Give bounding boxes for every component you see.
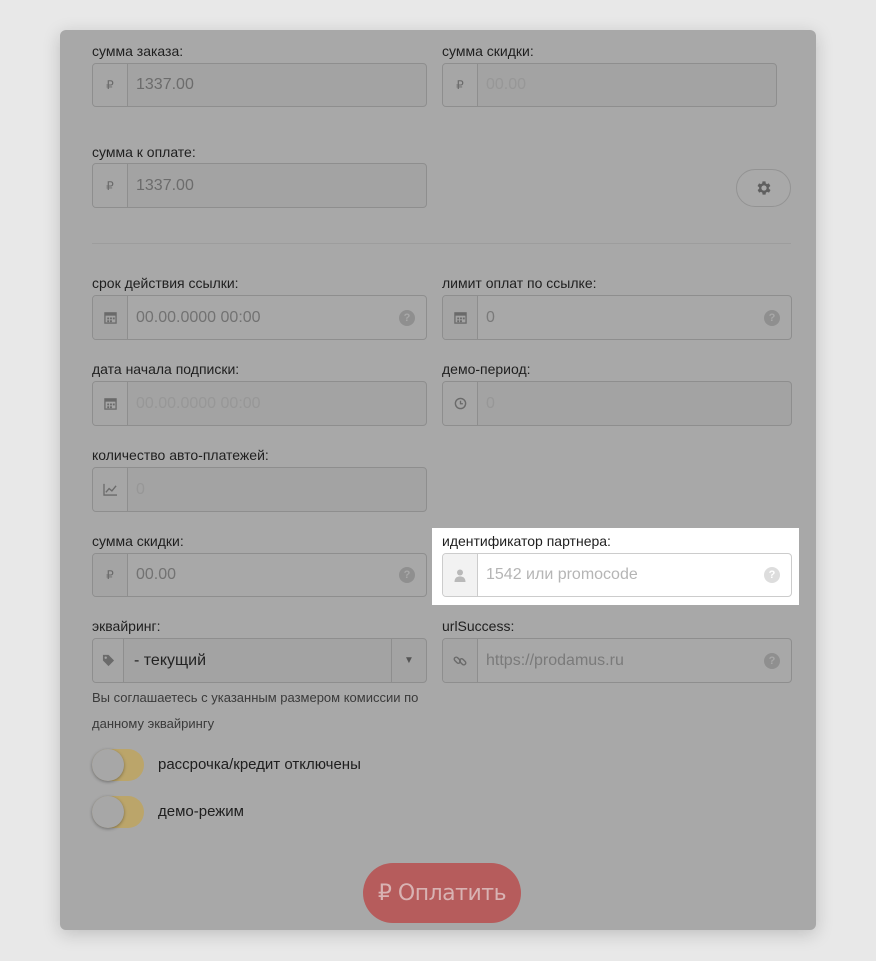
link-expiry-field[interactable]: 00.00.0000 00:00 ?	[92, 295, 427, 340]
payment-limit-placeholder: 0	[486, 308, 495, 326]
calendar-icon	[443, 296, 478, 339]
subscription-start-placeholder: 00.00.0000 00:00	[136, 394, 261, 412]
auto-payments-field[interactable]: 0	[92, 467, 427, 512]
url-success-label: urlSuccess:	[442, 618, 515, 634]
section-divider	[92, 243, 791, 244]
calendar-icon	[93, 382, 128, 425]
ruble-icon: ₽	[93, 554, 128, 596]
toggle-knob	[92, 796, 124, 828]
clock-icon	[443, 382, 478, 425]
order-sum-field[interactable]: ₽ 1337.00	[92, 63, 427, 107]
discount-sum-label: сумма скидки:	[92, 533, 184, 549]
partner-id-placeholder: 1542 или promocode	[486, 566, 638, 583]
subscription-start-label: дата начала подписки:	[92, 361, 240, 377]
discount-sum-top-field[interactable]: ₽ 00.00	[442, 63, 777, 107]
demo-period-label: демо-период:	[442, 361, 531, 377]
settings-button[interactable]	[736, 169, 791, 207]
installment-toggle-label: рассрочка/кредит отключены	[158, 756, 361, 773]
order-sum-label: сумма заказа:	[92, 43, 184, 59]
pay-button[interactable]: ₽ Оплатить	[363, 863, 521, 923]
pay-sum-value: 1337.00	[136, 176, 194, 194]
demo-mode-toggle[interactable]	[92, 796, 144, 828]
demo-mode-toggle-label: демо-режим	[158, 803, 244, 820]
acquiring-commission-note: Вы соглашаетесь с указанным размером ком…	[92, 690, 419, 731]
pay-sum-field[interactable]: ₽ 1337.00	[92, 163, 427, 208]
toggle-knob	[92, 749, 124, 781]
demo-period-placeholder: 0	[486, 394, 495, 412]
partner-id-input[interactable]: 1542 или promocode ?	[442, 553, 792, 597]
order-sum-value: 1337.00	[136, 76, 194, 93]
help-icon[interactable]: ?	[764, 309, 780, 326]
acquiring-selected-value: - текущий	[134, 651, 207, 669]
subscription-start-field[interactable]: 00.00.0000 00:00	[92, 381, 427, 426]
chart-icon	[93, 468, 128, 511]
pay-sum-label: сумма к оплате:	[92, 144, 196, 160]
installment-toggle[interactable]	[92, 749, 144, 781]
link-expiry-label: срок действия ссылки:	[92, 275, 239, 291]
help-icon[interactable]: ?	[399, 309, 415, 326]
tag-icon	[93, 639, 124, 682]
chevron-down-icon[interactable]: ▼	[391, 639, 426, 682]
help-icon[interactable]: ?	[764, 567, 780, 583]
ruble-icon: ₽	[443, 64, 478, 106]
discount-sum-field[interactable]: ₽ 00.00 ?	[92, 553, 427, 597]
url-success-placeholder: https://prodamus.ru	[486, 651, 624, 669]
calendar-icon	[93, 296, 128, 339]
user-icon	[443, 554, 478, 596]
gear-icon	[755, 179, 773, 197]
auto-payments-label: количество авто-платежей:	[92, 447, 269, 463]
auto-payments-placeholder: 0	[136, 480, 145, 498]
acquiring-label: эквайринг:	[92, 618, 161, 634]
ruble-icon: ₽	[93, 164, 128, 207]
payment-limit-label: лимит оплат по ссылке:	[442, 275, 597, 291]
help-icon[interactable]: ?	[399, 567, 415, 583]
discount-sum-top-placeholder: 00.00	[486, 76, 527, 93]
link-expiry-placeholder: 00.00.0000 00:00	[136, 308, 261, 326]
url-success-field[interactable]: https://prodamus.ru ?	[442, 638, 792, 683]
ruble-icon: ₽	[93, 64, 128, 106]
help-icon[interactable]: ?	[764, 652, 780, 669]
demo-period-field[interactable]: 0	[442, 381, 792, 426]
acquiring-select[interactable]: - текущий ▼	[92, 638, 427, 683]
partner-id-label: идентификатор партнера:	[442, 533, 611, 549]
discount-sum-top-label: сумма скидки:	[442, 43, 534, 59]
discount-sum-placeholder: 00.00	[136, 566, 177, 583]
payment-limit-field[interactable]: 0 ?	[442, 295, 792, 340]
link-icon	[443, 639, 478, 682]
